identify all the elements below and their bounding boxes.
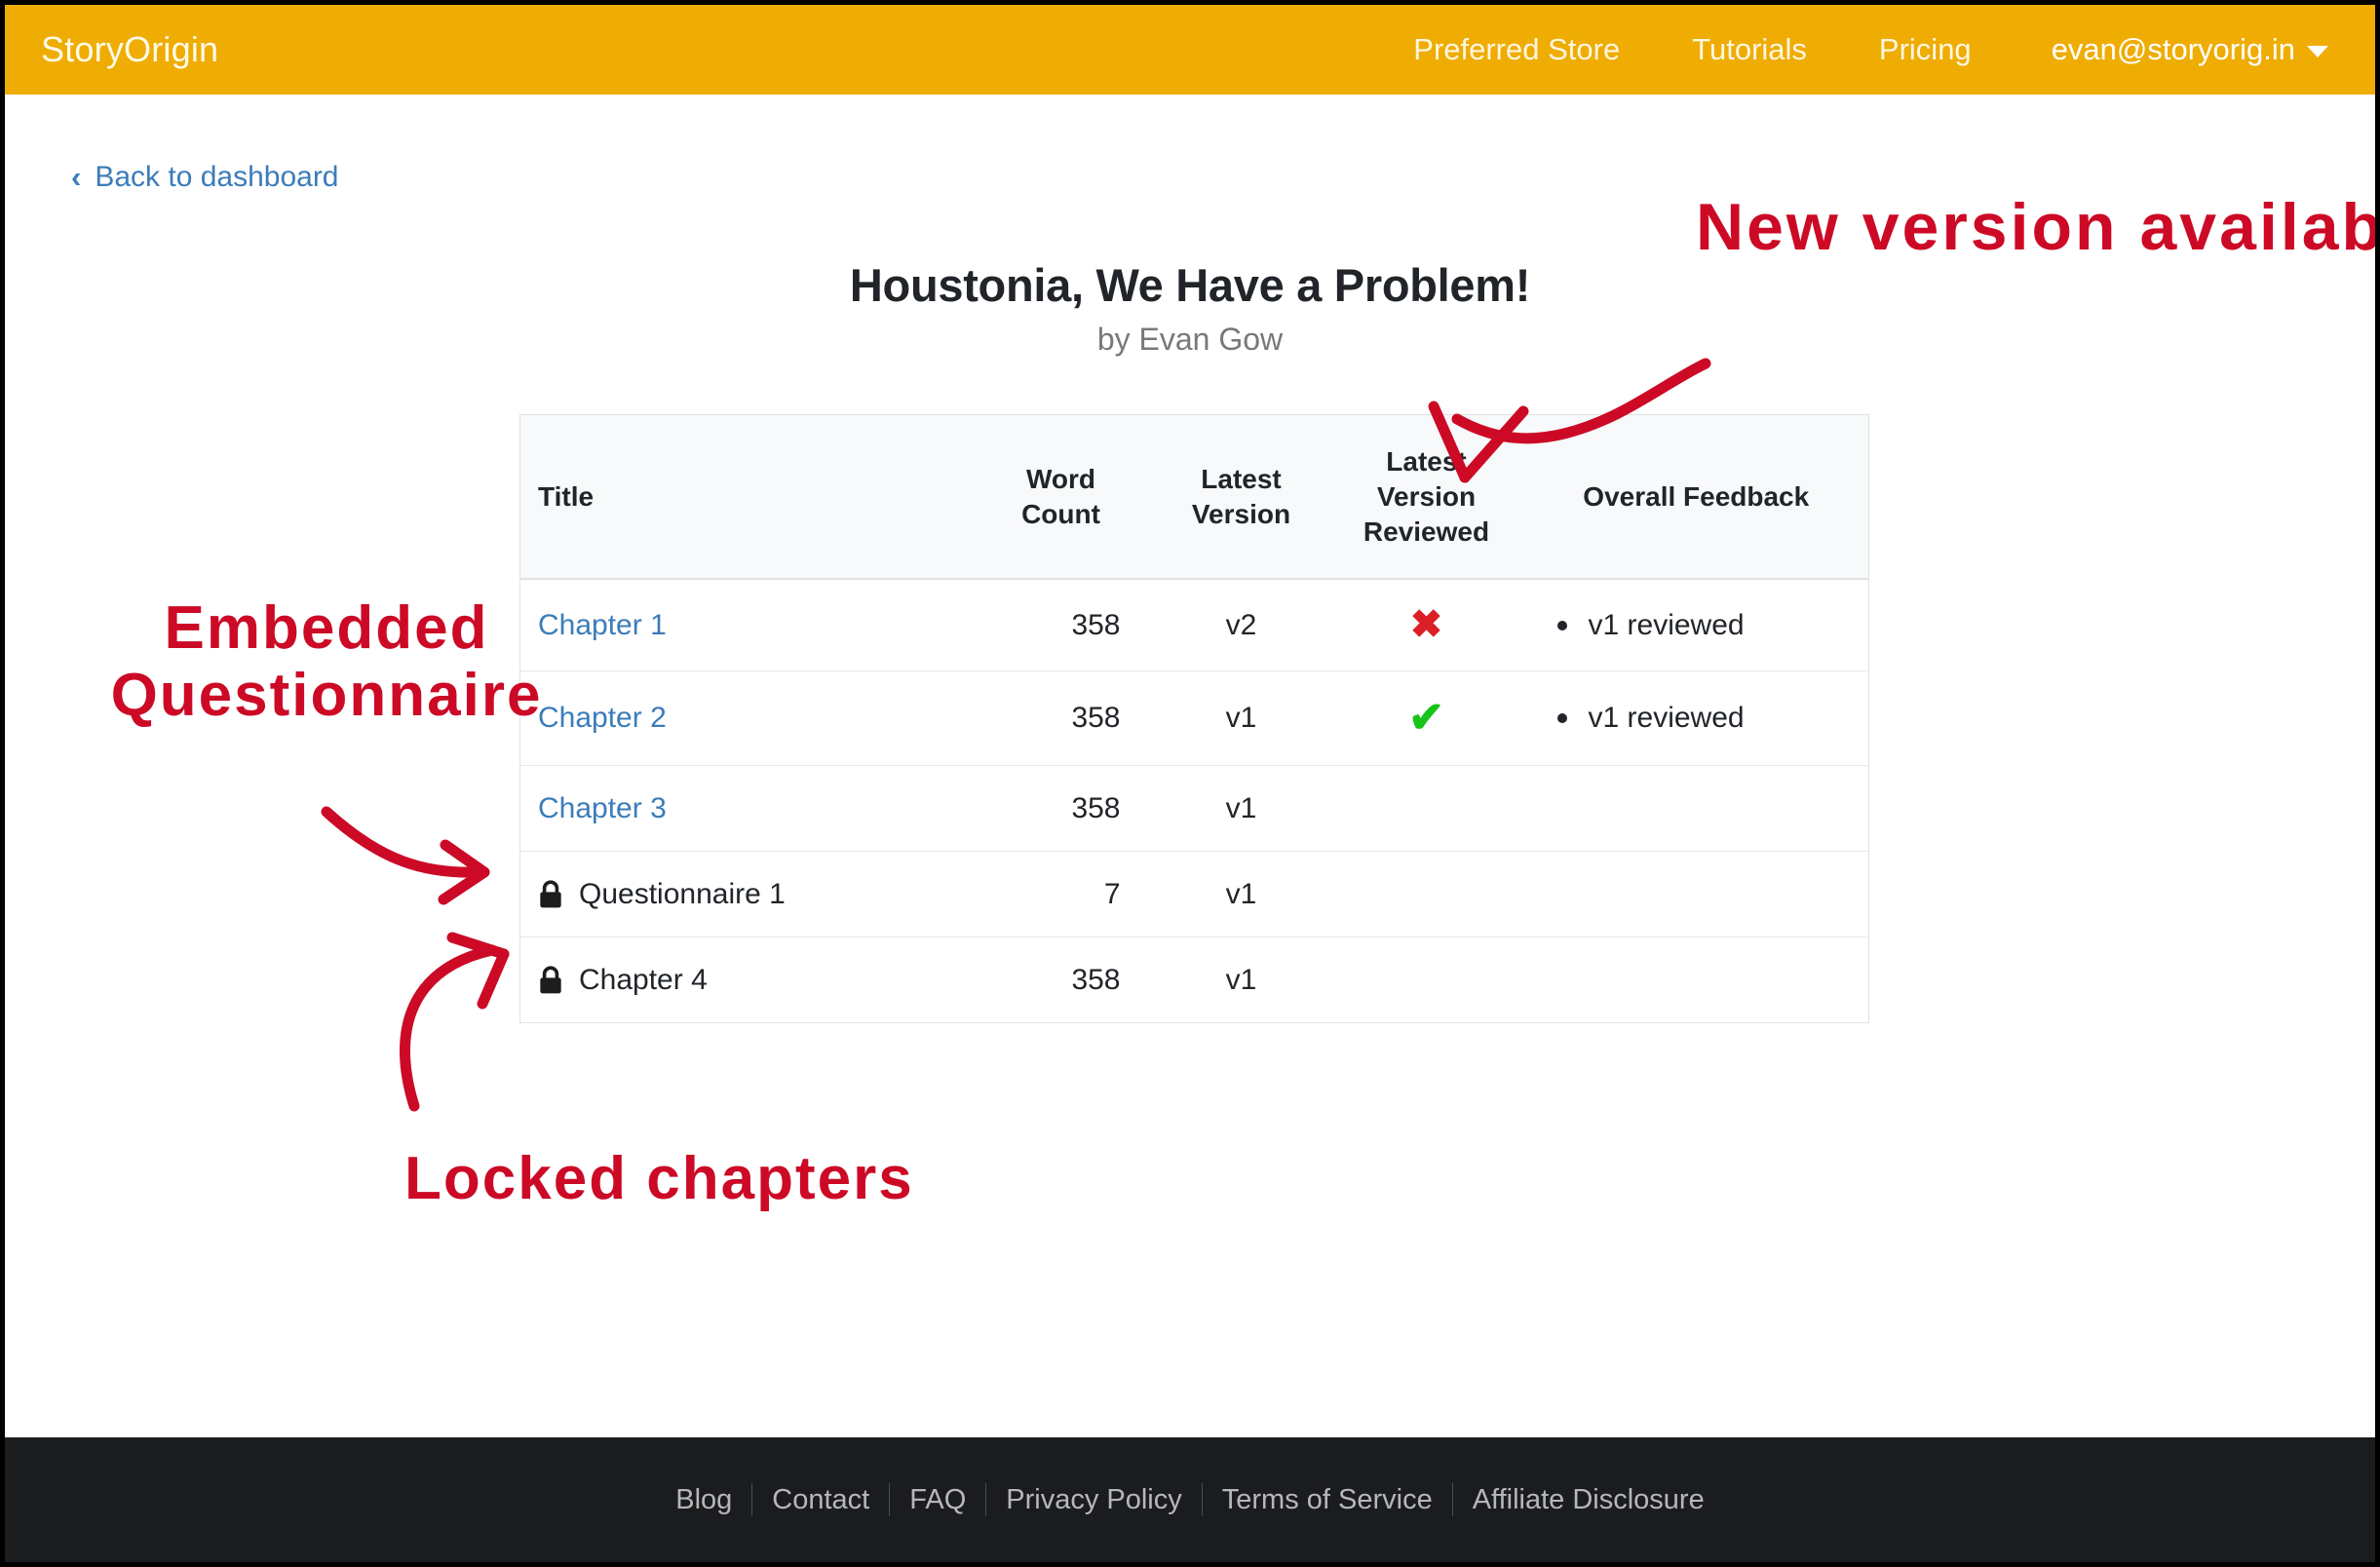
cell-overall-feedback: v1 reviewed bbox=[1524, 579, 1869, 671]
back-to-dashboard-label: Back to dashboard bbox=[95, 161, 338, 194]
cell-empty bbox=[1557, 894, 1852, 895]
column-header-title[interactable]: Title bbox=[520, 415, 969, 580]
cell-word-count: 358 bbox=[969, 671, 1154, 766]
page-title: Houstonia, We Have a Problem! bbox=[5, 258, 2375, 312]
cell-overall-feedback: v1 reviewed bbox=[1524, 671, 1869, 766]
cell-latest-version: v1 bbox=[1154, 671, 1329, 766]
page-root: StoryOrigin Preferred Store Tutorials Pr… bbox=[0, 0, 2380, 1567]
column-header-word-count[interactable]: Word Count bbox=[969, 415, 1154, 580]
nav-item-preferred-store[interactable]: Preferred Store bbox=[1377, 32, 1656, 67]
column-header-latest-version-reviewed[interactable]: Latest Version Reviewed bbox=[1329, 415, 1524, 580]
lock-icon-svg bbox=[538, 879, 563, 910]
navbar-links: Preferred Store Tutorials Pricing evan@s… bbox=[1377, 32, 2375, 67]
lock-icon bbox=[538, 879, 563, 910]
locked-title: Questionnaire 1 bbox=[538, 878, 951, 911]
cell-latest-version: v2 bbox=[1154, 579, 1329, 671]
cell-overall-feedback bbox=[1524, 766, 1869, 852]
table-header-row: Title Word Count Latest Version Latest V… bbox=[520, 415, 1869, 580]
footer-link-privacy-policy[interactable]: Privacy Policy bbox=[986, 1484, 1202, 1516]
account-menu-label[interactable]: evan@storyorig.in bbox=[2008, 32, 2307, 67]
cell-latest-version: v1 bbox=[1154, 852, 1329, 937]
feedback-label: v1 reviewed bbox=[1589, 702, 1745, 735]
chapter-table: Title Word Count Latest Version Latest V… bbox=[519, 414, 1869, 1023]
cell-overall-feedback bbox=[1524, 937, 1869, 1023]
site-footer: Blog Contact FAQ Privacy Policy Terms of… bbox=[5, 1437, 2375, 1562]
back-to-dashboard-link[interactable]: ‹ Back to dashboard bbox=[71, 161, 339, 194]
table-row[interactable]: Questionnaire 1 7v1 bbox=[520, 852, 1869, 937]
chapter-title-label: Questionnaire 1 bbox=[579, 878, 786, 911]
feedback-item: v1 reviewed bbox=[1557, 702, 1852, 735]
annotation-embedded-line2: Questionnaire bbox=[63, 662, 590, 729]
cell-word-count: 358 bbox=[969, 766, 1154, 852]
top-navbar: StoryOrigin Preferred Store Tutorials Pr… bbox=[5, 5, 2375, 95]
table-row[interactable]: Chapter 4 358v1 bbox=[520, 937, 1869, 1023]
chapter-link[interactable]: Chapter 3 bbox=[538, 792, 667, 824]
table-head: Title Word Count Latest Version Latest V… bbox=[520, 415, 1869, 580]
cell-latest-version: v1 bbox=[1154, 937, 1329, 1023]
bullet-icon bbox=[1557, 713, 1567, 723]
cell-latest-version-reviewed: ✖ bbox=[1329, 579, 1524, 671]
cell-overall-feedback bbox=[1524, 852, 1869, 937]
cell-word-count: 358 bbox=[969, 937, 1154, 1023]
footer-link-faq[interactable]: FAQ bbox=[890, 1484, 985, 1516]
annotation-embedded-questionnaire: Embedded Questionnaire bbox=[63, 594, 590, 730]
cell-word-count: 7 bbox=[969, 852, 1154, 937]
chevron-down-icon[interactable] bbox=[2307, 46, 2328, 57]
cell-empty bbox=[1557, 808, 1852, 809]
chevron-left-icon: ‹ bbox=[71, 162, 81, 192]
cell-title[interactable]: Chapter 4 bbox=[520, 937, 969, 1023]
check-mark-icon: ✔ bbox=[1408, 694, 1444, 742]
column-header-latest-version[interactable]: Latest Version bbox=[1154, 415, 1329, 580]
nav-item-pricing[interactable]: Pricing bbox=[1843, 32, 2008, 67]
cross-mark-icon: ✖ bbox=[1410, 603, 1443, 646]
annotation-embedded-line1: Embedded bbox=[63, 594, 590, 662]
locked-title: Chapter 4 bbox=[538, 964, 951, 997]
cell-empty bbox=[1557, 979, 1852, 980]
footer-link-affiliate-disclosure[interactable]: Affiliate Disclosure bbox=[1453, 1484, 1724, 1516]
annotation-locked-chapters: Locked chapters bbox=[404, 1145, 914, 1212]
table-body: Chapter 1358v2✖v1 reviewedChapter 2358v1… bbox=[520, 579, 1869, 1023]
column-header-overall-feedback[interactable]: Overall Feedback bbox=[1524, 415, 1869, 580]
table-row[interactable]: Chapter 3 358v1 bbox=[520, 766, 1869, 852]
feedback-item: v1 reviewed bbox=[1557, 609, 1852, 642]
feedback-label: v1 reviewed bbox=[1589, 609, 1745, 642]
nav-item-tutorials[interactable]: Tutorials bbox=[1656, 32, 1843, 67]
footer-link-blog[interactable]: Blog bbox=[656, 1484, 751, 1516]
footer-link-terms-of-service[interactable]: Terms of Service bbox=[1203, 1484, 1452, 1516]
lock-icon bbox=[538, 965, 563, 996]
table-row[interactable]: Chapter 1358v2✖v1 reviewed bbox=[520, 579, 1869, 671]
cell-latest-version-reviewed: ✔ bbox=[1329, 671, 1524, 766]
annotation-new-version-available: New version available bbox=[1696, 190, 2212, 264]
cell-latest-version-reviewed bbox=[1329, 937, 1524, 1023]
page-subtitle-author: by Evan Gow bbox=[5, 322, 2375, 358]
cell-word-count: 358 bbox=[969, 579, 1154, 671]
cell-empty bbox=[1347, 808, 1507, 809]
cell-latest-version-reviewed bbox=[1329, 852, 1524, 937]
cell-empty bbox=[1347, 894, 1507, 895]
cell-title[interactable]: Questionnaire 1 bbox=[520, 852, 969, 937]
lock-icon-svg bbox=[538, 965, 563, 996]
cell-title[interactable]: Chapter 3 bbox=[520, 766, 969, 852]
footer-link-contact[interactable]: Contact bbox=[752, 1484, 889, 1516]
cell-latest-version-reviewed bbox=[1329, 766, 1524, 852]
chapter-title-label: Chapter 4 bbox=[579, 964, 708, 997]
brand-logo[interactable]: StoryOrigin bbox=[41, 29, 218, 70]
bullet-icon bbox=[1557, 621, 1567, 631]
cell-latest-version: v1 bbox=[1154, 766, 1329, 852]
cell-empty bbox=[1347, 979, 1507, 980]
table-row[interactable]: Chapter 2358v1✔v1 reviewed bbox=[520, 671, 1869, 766]
